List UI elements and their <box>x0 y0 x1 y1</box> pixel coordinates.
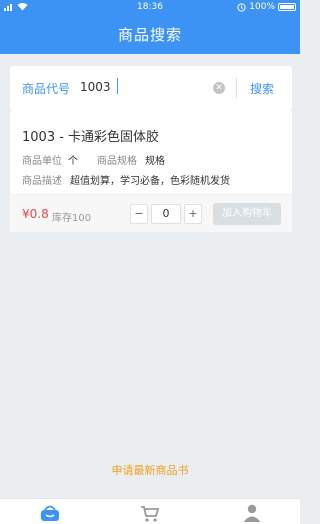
page-title: 商品搜索 <box>0 16 300 54</box>
purchase-bar: ¥0.8 库存100 − 0 + 加入购物车 <box>10 194 292 232</box>
apply-catalog-link[interactable]: 申请最新商品书 <box>0 462 300 478</box>
desc-label: 商品描述 <box>22 176 62 187</box>
clear-icon[interactable]: ✕ <box>213 82 225 94</box>
product-info-row: 商品单位 个 商品规格 规格 <box>22 152 165 167</box>
quantity-value[interactable]: 0 <box>151 204 181 224</box>
product-desc-row: 商品描述 超值划算，学习必备，色彩随机发货 <box>22 172 230 187</box>
price: ¥0.8 <box>22 207 49 221</box>
tab-cart[interactable] <box>138 503 162 523</box>
tab-profile[interactable] <box>240 503 264 523</box>
desc-value: 超值划算，学习必备，色彩随机发货 <box>70 176 230 187</box>
battery-percent: 100% <box>249 2 275 12</box>
unit-value: 个 <box>68 156 78 167</box>
quantity-plus-button[interactable]: + <box>184 204 202 224</box>
basket-icon <box>41 505 59 521</box>
user-icon <box>243 504 261 522</box>
spec-label: 商品规格 <box>97 156 137 167</box>
search-input[interactable] <box>80 76 210 98</box>
search-button[interactable]: 搜索 <box>250 80 274 97</box>
status-right: 100% <box>237 2 296 12</box>
unit-label: 商品单位 <box>22 156 62 167</box>
quantity-minus-button[interactable]: − <box>130 204 148 224</box>
status-bar: 18:36 100% <box>0 0 300 16</box>
divider <box>236 78 237 98</box>
spec-value: 规格 <box>145 156 165 167</box>
tab-bar <box>0 498 300 524</box>
search-bar: 商品代号 ✕ 搜索 <box>10 66 292 110</box>
search-label: 商品代号 <box>22 82 71 96</box>
alarm-icon <box>237 2 246 12</box>
product-title: 1003 - 卡通彩色固体胶 <box>22 130 160 145</box>
battery-icon <box>278 3 296 11</box>
stock: 库存100 <box>52 213 92 224</box>
cart-icon <box>141 506 160 522</box>
text-caret <box>117 78 118 94</box>
add-to-cart-button[interactable]: 加入购物车 <box>213 203 281 225</box>
product-card: 1003 - 卡通彩色固体胶 商品单位 个 商品规格 规格 商品描述 超值划算，… <box>10 110 292 232</box>
tab-home[interactable] <box>38 503 62 523</box>
